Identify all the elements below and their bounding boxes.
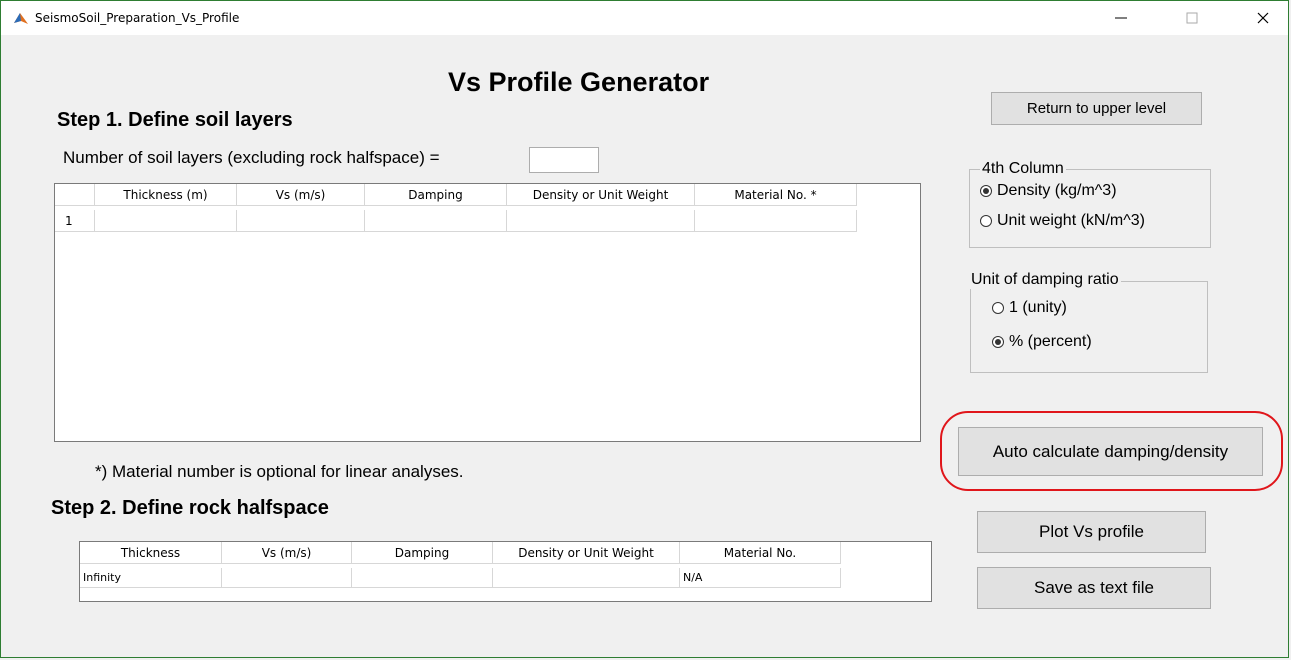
page-title: Vs Profile Generator xyxy=(448,67,710,97)
table-cell[interactable] xyxy=(95,210,237,232)
plot-vs-profile-button[interactable]: Plot Vs profile xyxy=(977,511,1206,553)
layers-count-label: Number of soil layers (excluding rock ha… xyxy=(63,148,440,167)
table-header-row: Thickness Vs (m/s) Damping Density or Un… xyxy=(80,542,841,564)
title-bar: SeismoSoil_Preparation_Vs_Profile xyxy=(1,1,1288,35)
column-header[interactable]: Thickness (m) xyxy=(95,184,237,206)
table-cell[interactable]: Infinity xyxy=(80,568,222,588)
layers-count-input[interactable] xyxy=(529,147,599,173)
column-header[interactable]: Damping xyxy=(352,542,493,564)
column-header[interactable]: Vs (m/s) xyxy=(222,542,352,564)
percent-radio[interactable]: % (percent) xyxy=(992,333,1092,351)
fourth-column-title: 4th Column xyxy=(980,160,1066,178)
row-index: 1 xyxy=(55,210,95,232)
window-title: SeismoSoil_Preparation_Vs_Profile xyxy=(35,11,240,25)
radio-unselected-icon xyxy=(980,215,992,227)
table-cell[interactable] xyxy=(237,210,365,232)
column-header[interactable]: Damping xyxy=(365,184,507,206)
unit-weight-radio[interactable]: Unit weight (kN/m^3) xyxy=(980,212,1145,230)
corner-cell xyxy=(55,184,95,206)
table-row: Infinity N/A xyxy=(80,568,841,588)
minimize-button[interactable] xyxy=(1098,1,1144,35)
column-header[interactable]: Material No. xyxy=(680,542,841,564)
fourth-column-group: 4th Column Density (kg/m^3) Unit weight … xyxy=(969,160,1211,248)
table-cell[interactable] xyxy=(695,210,857,232)
step2-heading: Step 2. Define rock halfspace xyxy=(51,497,329,519)
rock-halfspace-table[interactable]: Thickness Vs (m/s) Damping Density or Un… xyxy=(79,541,932,602)
radio-selected-icon xyxy=(992,336,1004,348)
table-cell[interactable] xyxy=(222,568,352,588)
return-upper-level-button[interactable]: Return to upper level xyxy=(991,92,1202,125)
density-radio[interactable]: Density (kg/m^3) xyxy=(980,182,1117,200)
step1-heading: Step 1. Define soil layers xyxy=(57,109,293,131)
table-cell[interactable] xyxy=(507,210,695,232)
column-header[interactable]: Vs (m/s) xyxy=(237,184,365,206)
column-header[interactable]: Material No. * xyxy=(695,184,857,206)
table-cell[interactable] xyxy=(365,210,507,232)
auto-calculate-button[interactable]: Auto calculate damping/density xyxy=(958,427,1263,476)
unity-radio-label: 1 (unity) xyxy=(1009,299,1067,316)
maximize-button[interactable] xyxy=(1169,1,1215,35)
unit-weight-radio-label: Unit weight (kN/m^3) xyxy=(997,212,1145,229)
column-header[interactable]: Density or Unit Weight xyxy=(493,542,680,564)
unity-radio[interactable]: 1 (unity) xyxy=(992,299,1067,317)
material-note: *) Material number is optional for linea… xyxy=(95,462,464,481)
table-cell[interactable] xyxy=(493,568,680,588)
table-row: 1 xyxy=(55,210,857,232)
column-header[interactable]: Thickness xyxy=(80,542,222,564)
column-header[interactable]: Density or Unit Weight xyxy=(507,184,695,206)
damping-unit-group: Unit of damping ratio 1 (unity) % (perce… xyxy=(969,271,1208,373)
save-text-file-button[interactable]: Save as text file xyxy=(977,567,1211,609)
soil-layers-table[interactable]: Thickness (m) Vs (m/s) Damping Density o… xyxy=(54,183,921,442)
damping-unit-title: Unit of damping ratio xyxy=(969,271,1121,289)
radio-unselected-icon xyxy=(992,302,1004,314)
table-cell[interactable] xyxy=(352,568,493,588)
table-header-row: Thickness (m) Vs (m/s) Damping Density o… xyxy=(55,184,857,206)
radio-selected-icon xyxy=(980,185,992,197)
percent-radio-label: % (percent) xyxy=(1009,333,1092,350)
close-button[interactable] xyxy=(1240,1,1286,35)
matlab-icon xyxy=(13,11,29,27)
density-radio-label: Density (kg/m^3) xyxy=(997,182,1117,199)
app-window: SeismoSoil_Preparation_Vs_Profile Vs Pro… xyxy=(0,0,1289,658)
table-cell[interactable]: N/A xyxy=(680,568,841,588)
